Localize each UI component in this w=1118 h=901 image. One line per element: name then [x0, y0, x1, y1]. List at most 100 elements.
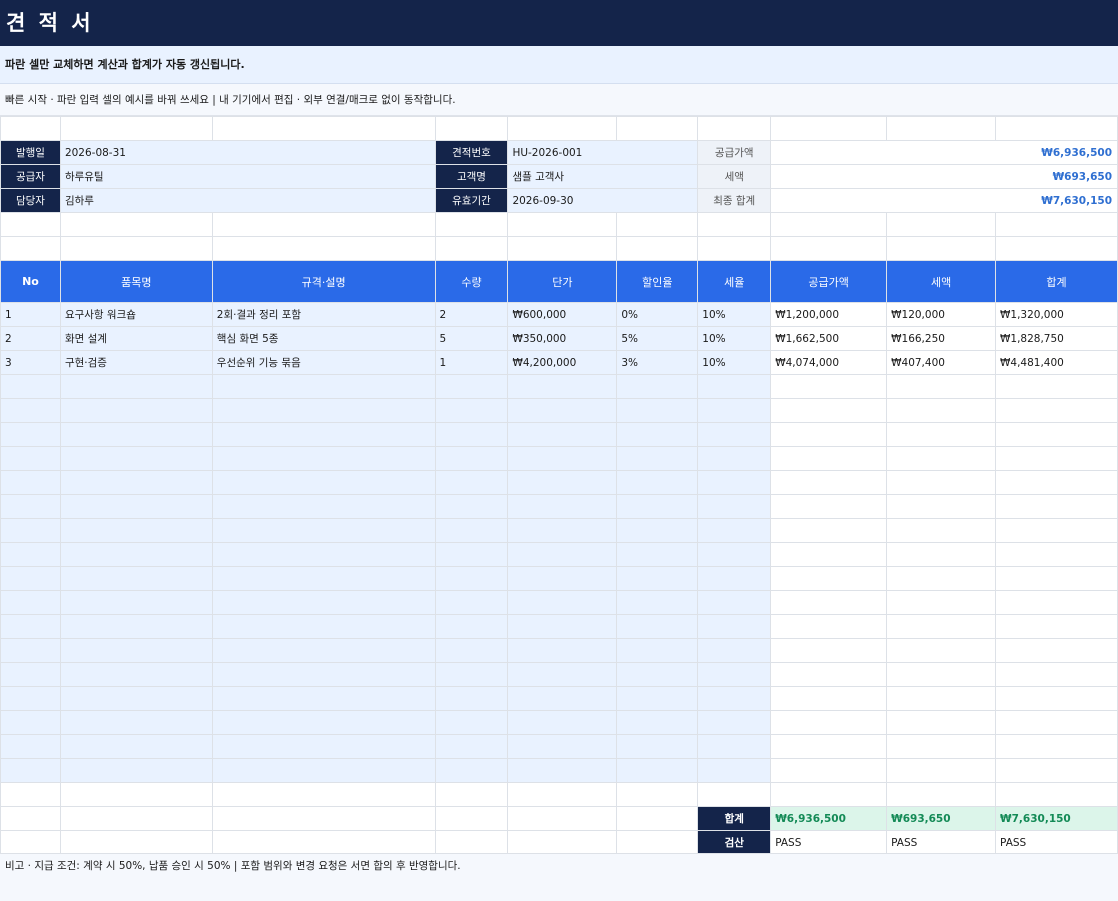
- cell-name[interactable]: [59, 758, 213, 783]
- cell-name[interactable]: [59, 686, 213, 711]
- cell-name[interactable]: [59, 662, 213, 687]
- issue-date-field[interactable]: 2026-08-31: [59, 140, 436, 165]
- cell-tax-rate[interactable]: [697, 614, 772, 639]
- cell-no[interactable]: [0, 542, 61, 567]
- cell-name[interactable]: [59, 710, 213, 735]
- cell-spec[interactable]: [211, 614, 436, 639]
- cell-price[interactable]: ₩600,000: [507, 302, 618, 327]
- cell-spec[interactable]: [211, 638, 436, 663]
- cell-tax-rate[interactable]: [697, 662, 772, 687]
- cell-qty[interactable]: [434, 446, 509, 471]
- cell-price[interactable]: [507, 638, 618, 663]
- cell-name[interactable]: 화면 설계: [59, 326, 213, 351]
- cell-discount[interactable]: [616, 710, 699, 735]
- cell-price[interactable]: [507, 686, 618, 711]
- cell-name[interactable]: 구현·검증: [59, 350, 213, 375]
- cell-spec[interactable]: [211, 758, 436, 783]
- cell-price[interactable]: [507, 590, 618, 615]
- cell-discount[interactable]: [616, 374, 699, 399]
- supplier-field[interactable]: 하루유틸: [59, 164, 436, 189]
- cell-spec[interactable]: 우선순위 기능 묶음: [211, 350, 436, 375]
- cell-qty[interactable]: [434, 422, 509, 447]
- cell-qty[interactable]: [434, 470, 509, 495]
- cell-qty[interactable]: [434, 686, 509, 711]
- cell-name[interactable]: [59, 590, 213, 615]
- cell-discount[interactable]: [616, 398, 699, 423]
- cell-no[interactable]: [0, 566, 61, 591]
- cell-tax-rate[interactable]: [697, 422, 772, 447]
- cell-spec[interactable]: [211, 494, 436, 519]
- cell-price[interactable]: [507, 374, 618, 399]
- cell-qty[interactable]: [434, 542, 509, 567]
- cell-price[interactable]: [507, 470, 618, 495]
- cell-no[interactable]: [0, 398, 61, 423]
- cell-qty[interactable]: [434, 566, 509, 591]
- cell-discount[interactable]: 5%: [616, 326, 699, 351]
- cell-name[interactable]: [59, 446, 213, 471]
- cell-qty[interactable]: [434, 734, 509, 759]
- cell-discount[interactable]: [616, 662, 699, 687]
- cell-no[interactable]: [0, 734, 61, 759]
- cell-name[interactable]: [59, 614, 213, 639]
- cell-spec[interactable]: [211, 518, 436, 543]
- cell-no[interactable]: [0, 614, 61, 639]
- cell-tax-rate[interactable]: [697, 398, 772, 423]
- cell-no[interactable]: 1: [0, 302, 61, 327]
- cell-price[interactable]: [507, 494, 618, 519]
- cell-discount[interactable]: [616, 542, 699, 567]
- cell-name[interactable]: [59, 734, 213, 759]
- cell-no[interactable]: [0, 494, 61, 519]
- cell-tax-rate[interactable]: [697, 734, 772, 759]
- cell-tax-rate[interactable]: [697, 758, 772, 783]
- cell-name[interactable]: [59, 398, 213, 423]
- cell-tax-rate[interactable]: [697, 374, 772, 399]
- manager-field[interactable]: 김하루: [59, 188, 436, 213]
- cell-qty[interactable]: [434, 614, 509, 639]
- cell-qty[interactable]: 2: [434, 302, 509, 327]
- cell-no[interactable]: [0, 710, 61, 735]
- cell-tax-rate[interactable]: [697, 542, 772, 567]
- cell-qty[interactable]: [434, 590, 509, 615]
- cell-price[interactable]: [507, 422, 618, 447]
- cell-name[interactable]: [59, 494, 213, 519]
- cell-price[interactable]: [507, 446, 618, 471]
- cell-qty[interactable]: 1: [434, 350, 509, 375]
- cell-price[interactable]: [507, 614, 618, 639]
- cell-name[interactable]: [59, 518, 213, 543]
- cell-qty[interactable]: [434, 638, 509, 663]
- cell-price[interactable]: [507, 398, 618, 423]
- cell-price[interactable]: [507, 758, 618, 783]
- cell-price[interactable]: [507, 566, 618, 591]
- cell-discount[interactable]: [616, 686, 699, 711]
- cell-name[interactable]: [59, 566, 213, 591]
- cell-spec[interactable]: [211, 566, 436, 591]
- cell-spec[interactable]: [211, 542, 436, 567]
- cell-price[interactable]: ₩350,000: [507, 326, 618, 351]
- cell-discount[interactable]: [616, 446, 699, 471]
- cell-spec[interactable]: [211, 590, 436, 615]
- customer-field[interactable]: 샘플 고객사: [507, 164, 699, 189]
- cell-tax-rate[interactable]: [697, 590, 772, 615]
- cell-tax-rate[interactable]: [697, 638, 772, 663]
- cell-tax-rate[interactable]: [697, 446, 772, 471]
- cell-price[interactable]: [507, 710, 618, 735]
- cell-qty[interactable]: [434, 374, 509, 399]
- cell-name[interactable]: [59, 542, 213, 567]
- cell-discount[interactable]: [616, 422, 699, 447]
- cell-tax-rate[interactable]: [697, 494, 772, 519]
- cell-price[interactable]: ₩4,200,000: [507, 350, 618, 375]
- cell-spec[interactable]: [211, 734, 436, 759]
- cell-spec[interactable]: [211, 446, 436, 471]
- cell-discount[interactable]: [616, 518, 699, 543]
- cell-spec[interactable]: [211, 398, 436, 423]
- cell-qty[interactable]: [434, 758, 509, 783]
- cell-qty[interactable]: [434, 398, 509, 423]
- cell-tax-rate[interactable]: 10%: [697, 302, 772, 327]
- cell-name[interactable]: [59, 470, 213, 495]
- cell-spec[interactable]: 2회·결과 정리 포함: [211, 302, 436, 327]
- cell-no[interactable]: [0, 686, 61, 711]
- cell-qty[interactable]: [434, 518, 509, 543]
- cell-tax-rate[interactable]: [697, 710, 772, 735]
- valid-until-field[interactable]: 2026-09-30: [507, 188, 699, 213]
- cell-no[interactable]: [0, 590, 61, 615]
